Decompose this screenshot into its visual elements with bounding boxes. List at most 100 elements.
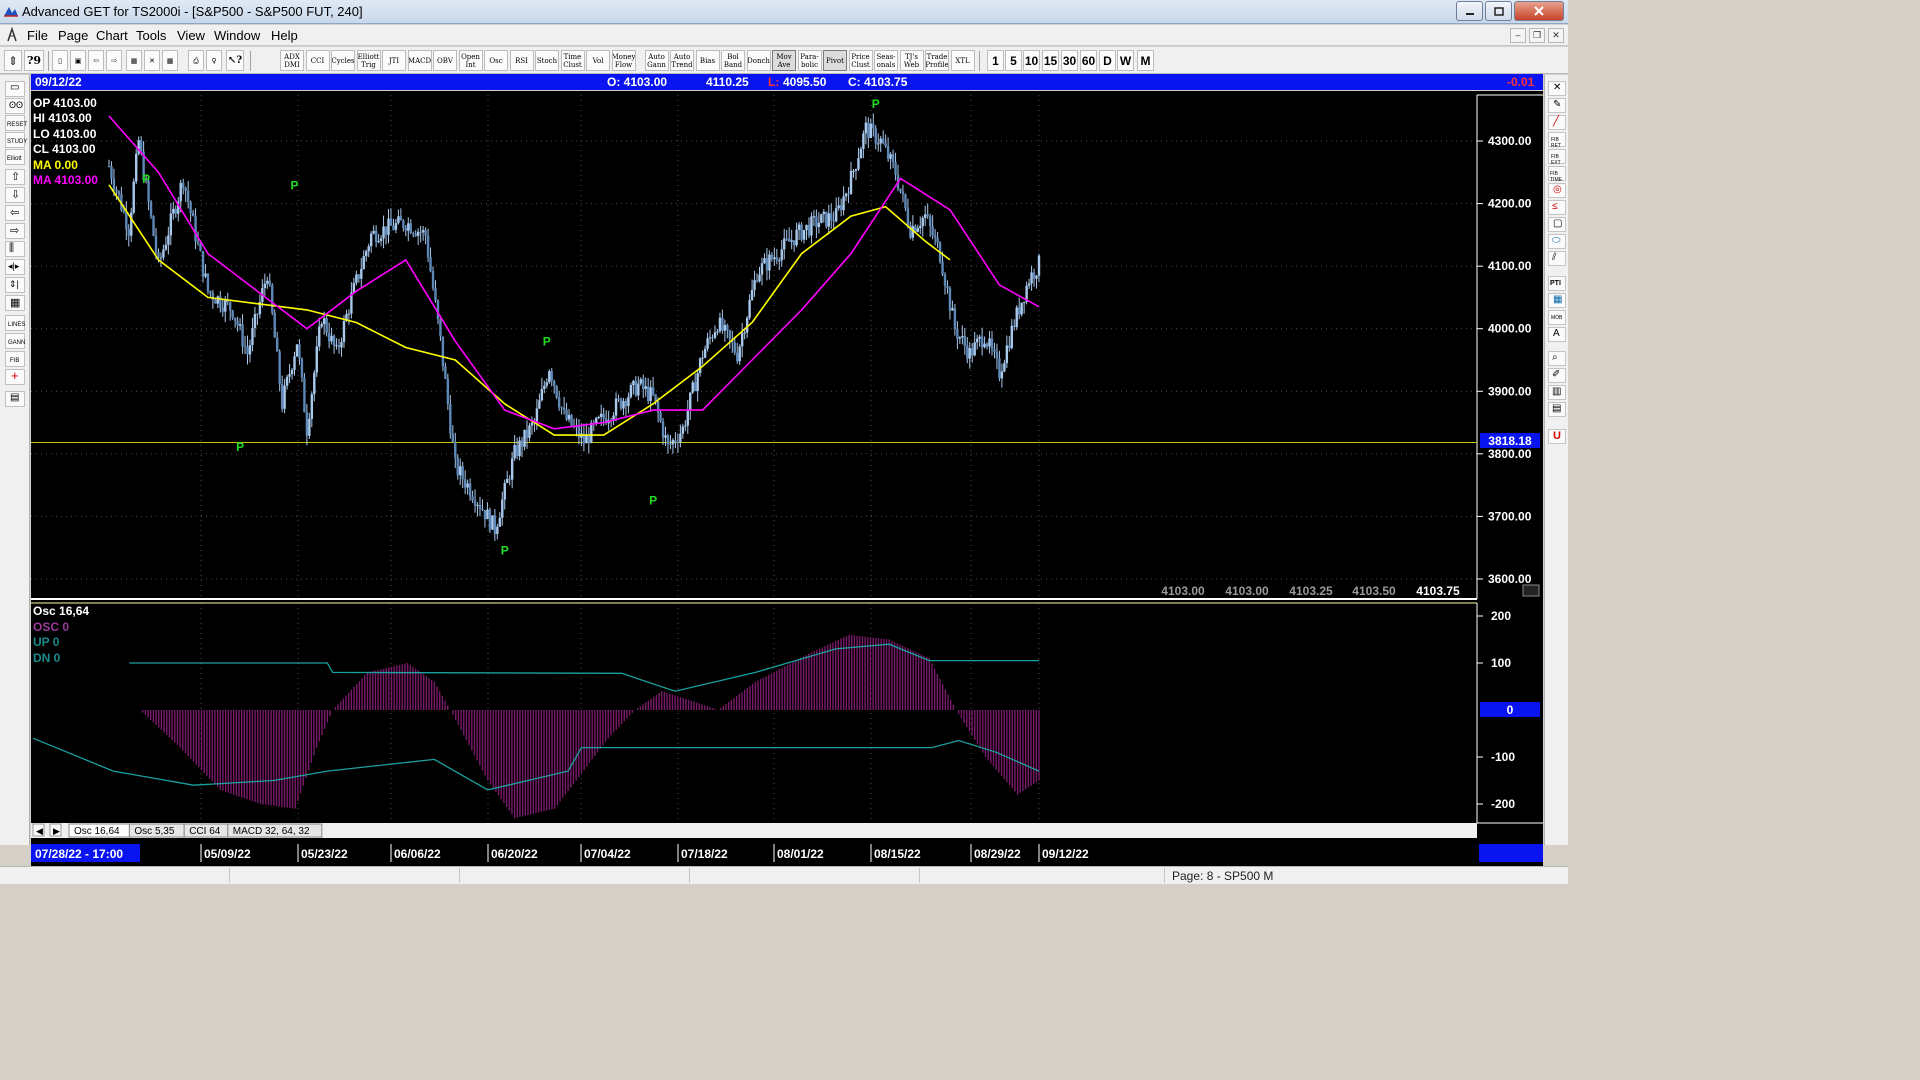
forward-button[interactable]: ⇨ [106, 50, 122, 71]
indicator-button-obv[interactable]: OBV [433, 50, 457, 71]
indicator-button-vol[interactable]: Vol [586, 50, 610, 71]
back-button[interactable]: ⇦ [88, 50, 104, 71]
indicator-button-stoch[interactable]: Stoch [535, 50, 559, 71]
fib-tool[interactable]: FIB [5, 351, 25, 367]
indicator-button-time-clust[interactable]: Time Clust [560, 50, 585, 71]
table-tool[interactable]: ▦ [1548, 293, 1566, 308]
u-tool[interactable]: U [1548, 429, 1566, 444]
fib-time-tool[interactable]: FIB TIME [1548, 166, 1566, 183]
text-tool[interactable]: A [1548, 327, 1566, 342]
layout-button[interactable]: ▦ [126, 50, 142, 71]
elliott-tool[interactable]: Elliott [5, 149, 25, 165]
notes-tool[interactable]: ▤ [1548, 402, 1566, 417]
reset-tool[interactable]: RESET [5, 115, 27, 131]
indicator-button-tj-s-web[interactable]: TJ's Web [899, 50, 924, 71]
box-tool[interactable]: ▢ [1548, 217, 1566, 232]
indicator-button-pivot[interactable]: Pivot [823, 50, 847, 71]
pointer-tool-button[interactable]: ⇕ [4, 50, 22, 71]
indicator-button-adx-dmi[interactable]: ADX DMI [280, 50, 304, 71]
menu-window[interactable]: Window [214, 28, 260, 43]
menu-page[interactable]: Page [58, 28, 88, 43]
fib-ext-tool[interactable]: FIB EXT [1548, 149, 1566, 166]
eraser-tool[interactable]: ✐ [1548, 368, 1566, 383]
zoom-vertical-tool[interactable]: ⇕| [5, 277, 25, 293]
indicator-button-osc[interactable]: Osc [484, 50, 508, 71]
bars-tool[interactable]: ⫼ [5, 241, 25, 257]
indicator-button-open-int[interactable]: Open Int [458, 50, 483, 71]
new-page-button[interactable]: ▯ [52, 50, 68, 71]
menu-help[interactable]: Help [271, 28, 298, 43]
menu-chart[interactable]: Chart [96, 28, 128, 43]
indicator-button-macd[interactable]: MACD [407, 50, 432, 71]
indicator-button-trade-profile[interactable]: Trade Profile [925, 50, 949, 71]
open-folder-tool[interactable]: ▭ [5, 81, 25, 97]
fan-tool[interactable]: ≤ [1548, 200, 1566, 215]
pencil-tool[interactable]: ✎ [1548, 98, 1566, 113]
indicator-button-bol-band[interactable]: Bol Band [721, 50, 745, 71]
zoom-horizontal-tool[interactable]: ◂|▸ [5, 259, 25, 275]
crosshair-tool[interactable]: + [5, 368, 25, 385]
indicator-button-mov-ave[interactable]: Mov Ave [772, 50, 796, 71]
gann-tool[interactable]: GANN [5, 333, 25, 349]
clipboard-tool[interactable]: ▤ [5, 391, 25, 407]
hint-button[interactable]: ♀ [206, 50, 222, 71]
up-arrow-tool[interactable]: ⇧ [5, 169, 25, 185]
interval-button-10[interactable]: 10 [1023, 50, 1040, 71]
interval-button-1[interactable]: 1 [987, 50, 1004, 71]
print-button[interactable]: ⎙ [188, 50, 204, 71]
help-tool-button[interactable]: ?9 [24, 50, 44, 71]
interval-button-m[interactable]: M [1137, 50, 1154, 71]
interval-button-d[interactable]: D [1099, 50, 1116, 71]
x-tool[interactable]: ✕ [1548, 81, 1566, 96]
indicator-button-bias[interactable]: Bias [695, 50, 720, 71]
ruler-tool[interactable]: ▥ [1548, 385, 1566, 400]
mdi-restore-button[interactable]: ❐ [1529, 28, 1545, 43]
open-page-button[interactable]: ▣ [70, 50, 86, 71]
delete-button[interactable]: ✕ [144, 50, 160, 71]
indicator-button-elliott-trig[interactable]: Elliott Trig [356, 50, 381, 71]
grid-button[interactable]: ▦ [162, 50, 178, 71]
indicator-button-auto-trend[interactable]: Auto Trend [670, 50, 694, 71]
indicator-button-auto-gann[interactable]: Auto Gann [644, 50, 669, 71]
left-arrow-tool[interactable]: ⇦ [5, 205, 25, 221]
mdi-close-button[interactable]: ✕ [1548, 28, 1564, 43]
interval-button-5[interactable]: 5 [1005, 50, 1022, 71]
context-help-button[interactable]: ↖? [226, 50, 244, 71]
chart-area[interactable]: 3600.00 3700.00 3800.00 3900.00 4000.00 4100.… [31, 91, 1543, 866]
indicator-button-rsi[interactable]: RSI [509, 50, 534, 71]
circle-tool[interactable]: ◎ [1548, 183, 1566, 198]
study-tool[interactable]: STUDY [5, 132, 27, 148]
indicator-button-cci[interactable]: CCI [305, 50, 330, 71]
binoculars-tool[interactable]: ʘʘ [5, 98, 25, 114]
indicator-button-donch[interactable]: Donch [746, 50, 771, 71]
document-icon[interactable] [4, 27, 20, 43]
mdi-minimize-button[interactable]: – [1510, 28, 1526, 43]
magnify-tool[interactable]: ⌕ [1548, 351, 1566, 366]
line-tool[interactable]: ╱ [1548, 115, 1566, 130]
channel-tool[interactable]: ⫽ [1548, 251, 1566, 266]
pti-tool[interactable]: PTI [1548, 276, 1566, 291]
indicator-button-money-flow[interactable]: Money Flow [611, 50, 636, 71]
interval-button-60[interactable]: 60 [1080, 50, 1097, 71]
minimize-button[interactable] [1456, 1, 1483, 21]
indicator-button-price-clust[interactable]: Price Clust [848, 50, 873, 71]
interval-button-15[interactable]: 15 [1042, 50, 1059, 71]
indicator-button-seas-onals[interactable]: Seas- onals [874, 50, 898, 71]
scale-toggle[interactable] [1522, 584, 1540, 597]
grid-tool[interactable]: ▦ [5, 295, 25, 311]
indicator-button-jti[interactable]: JTI [382, 50, 406, 71]
indicator-button-cycles[interactable]: Cycles [331, 50, 355, 71]
close-button[interactable] [1514, 1, 1564, 21]
mob-tool[interactable]: MOB [1548, 310, 1566, 325]
down-arrow-tool[interactable]: ⇩ [5, 187, 25, 203]
fib-ret-tool[interactable]: FIB RET [1548, 132, 1566, 149]
ellipse-tool[interactable]: ⬭ [1548, 234, 1566, 249]
maximize-button[interactable] [1485, 1, 1512, 21]
menu-view[interactable]: View [177, 28, 205, 43]
indicator-button-para-bolic[interactable]: Para- bolic [797, 50, 822, 71]
menu-tools[interactable]: Tools [136, 28, 166, 43]
menu-file[interactable]: File [27, 28, 48, 43]
indicator-button-xtl[interactable]: XTL [950, 50, 975, 71]
interval-button-30[interactable]: 30 [1061, 50, 1078, 71]
interval-button-w[interactable]: W [1117, 50, 1134, 71]
